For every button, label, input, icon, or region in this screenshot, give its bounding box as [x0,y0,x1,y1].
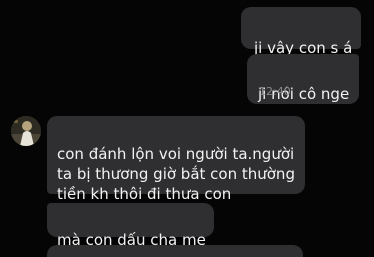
message-timestamp: 12:40 [259,85,291,98]
contact-avatar[interactable] [11,116,41,146]
incoming-message[interactable]: mà con dấu cha mẹ [47,203,214,249]
incoming-message[interactable] [47,245,303,257]
outgoing-message[interactable]: ji nói cô nge 12:40 [247,54,359,104]
chat-thread: ji vậy con s á ji nói cô nge 12:40 con đ… [0,0,374,257]
outgoing-message[interactable]: ji vậy con s á [241,7,361,57]
incoming-message[interactable]: con đánh lộn voi người ta.người ta bị th… [47,116,305,203]
avatar-photo-icon [11,116,41,146]
message-text: con đánh lộn voi người ta.người ta bị th… [57,145,295,203]
